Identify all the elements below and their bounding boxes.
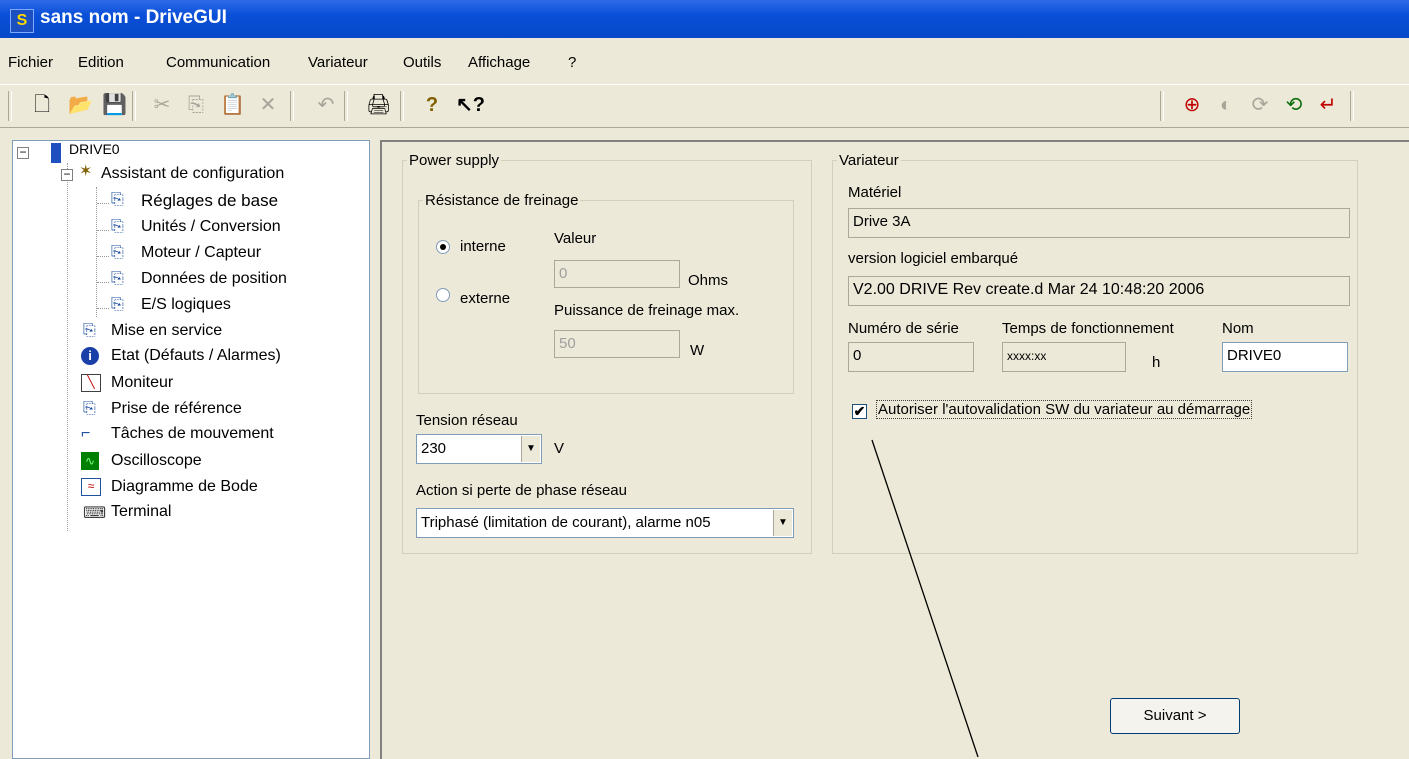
annotation-arrow — [871, 439, 979, 757]
